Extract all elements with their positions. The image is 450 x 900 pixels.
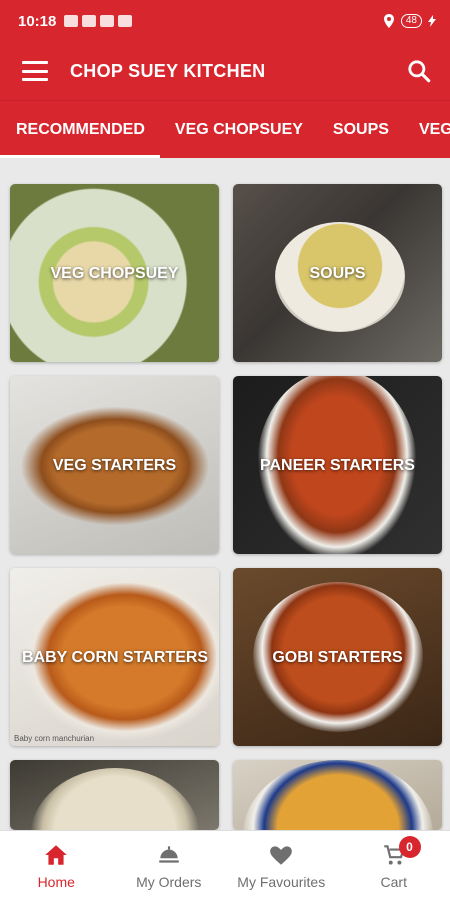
nav-my-favourites[interactable]: My Favourites — [225, 831, 338, 900]
bottom-navigation: Home My Orders My Favourites Cart 0 — [0, 830, 450, 900]
category-label: VEG STARTERS — [52, 456, 177, 474]
heart-icon — [270, 845, 293, 865]
category-tabs: RECOMMENDED VEG CHOPSUEY SOUPS VEG — [0, 100, 450, 158]
notification-icon — [82, 15, 97, 27]
category-card-gobi-starters[interactable]: GOBI STARTERS — [233, 568, 442, 746]
tab-veg[interactable]: VEG — [404, 101, 450, 158]
category-card-veg-chopsuey[interactable]: VEG CHOPSUEY — [10, 184, 219, 362]
noodles-image — [243, 760, 433, 830]
category-label: PANEER STARTERS — [260, 456, 415, 474]
nav-label: My Orders — [136, 873, 202, 890]
category-label: BABY CORN STARTERS — [22, 648, 209, 666]
category-card-rice[interactable] — [10, 760, 219, 830]
nav-home[interactable]: Home — [0, 831, 113, 900]
category-label: SOUPS — [309, 264, 366, 282]
app-title: CHOP SUEY KITCHEN — [70, 60, 266, 81]
notification-icon — [118, 15, 133, 27]
battery-indicator: 48 — [400, 14, 422, 28]
search-icon[interactable] — [406, 58, 432, 84]
hamburger-menu-icon[interactable] — [22, 61, 48, 81]
tab-soups[interactable]: SOUPS — [318, 101, 404, 158]
nav-label: Home — [37, 873, 75, 890]
notification-icons — [64, 15, 133, 27]
cart-count-badge: 0 — [398, 836, 421, 858]
nav-label: Cart — [380, 873, 407, 890]
location-icon — [383, 14, 394, 28]
orders-icon — [159, 845, 179, 863]
image-caption: Baby corn manchurian — [14, 734, 95, 743]
app-bar: CHOP SUEY KITCHEN — [0, 42, 450, 100]
charging-icon — [428, 15, 436, 27]
home-icon — [45, 844, 68, 865]
status-time: 10:18 — [18, 12, 57, 30]
category-card-soups[interactable]: SOUPS — [233, 184, 442, 362]
category-label: GOBI STARTERS — [272, 648, 403, 666]
notification-icon — [64, 15, 79, 27]
nav-label: My Favourites — [237, 873, 326, 890]
category-label: VEG CHOPSUEY — [50, 264, 179, 282]
tab-recommended[interactable]: RECOMMENDED — [0, 101, 160, 158]
category-card-baby-corn-starters[interactable]: BABY CORN STARTERS Baby corn manchurian — [10, 568, 219, 746]
category-card-noodles[interactable] — [233, 760, 442, 830]
rice-image — [30, 768, 200, 830]
category-grid: VEG CHOPSUEY SOUPS VEG STARTERS PANEER S… — [10, 184, 442, 830]
category-card-paneer-starters[interactable]: PANEER STARTERS — [233, 376, 442, 554]
tab-veg-chopsuey[interactable]: VEG CHOPSUEY — [160, 101, 318, 158]
nav-cart[interactable]: Cart 0 — [338, 831, 450, 900]
nav-my-orders[interactable]: My Orders — [113, 831, 226, 900]
status-bar: 10:18 48 — [0, 0, 450, 42]
category-card-veg-starters[interactable]: VEG STARTERS — [10, 376, 219, 554]
notification-icon — [100, 15, 115, 27]
